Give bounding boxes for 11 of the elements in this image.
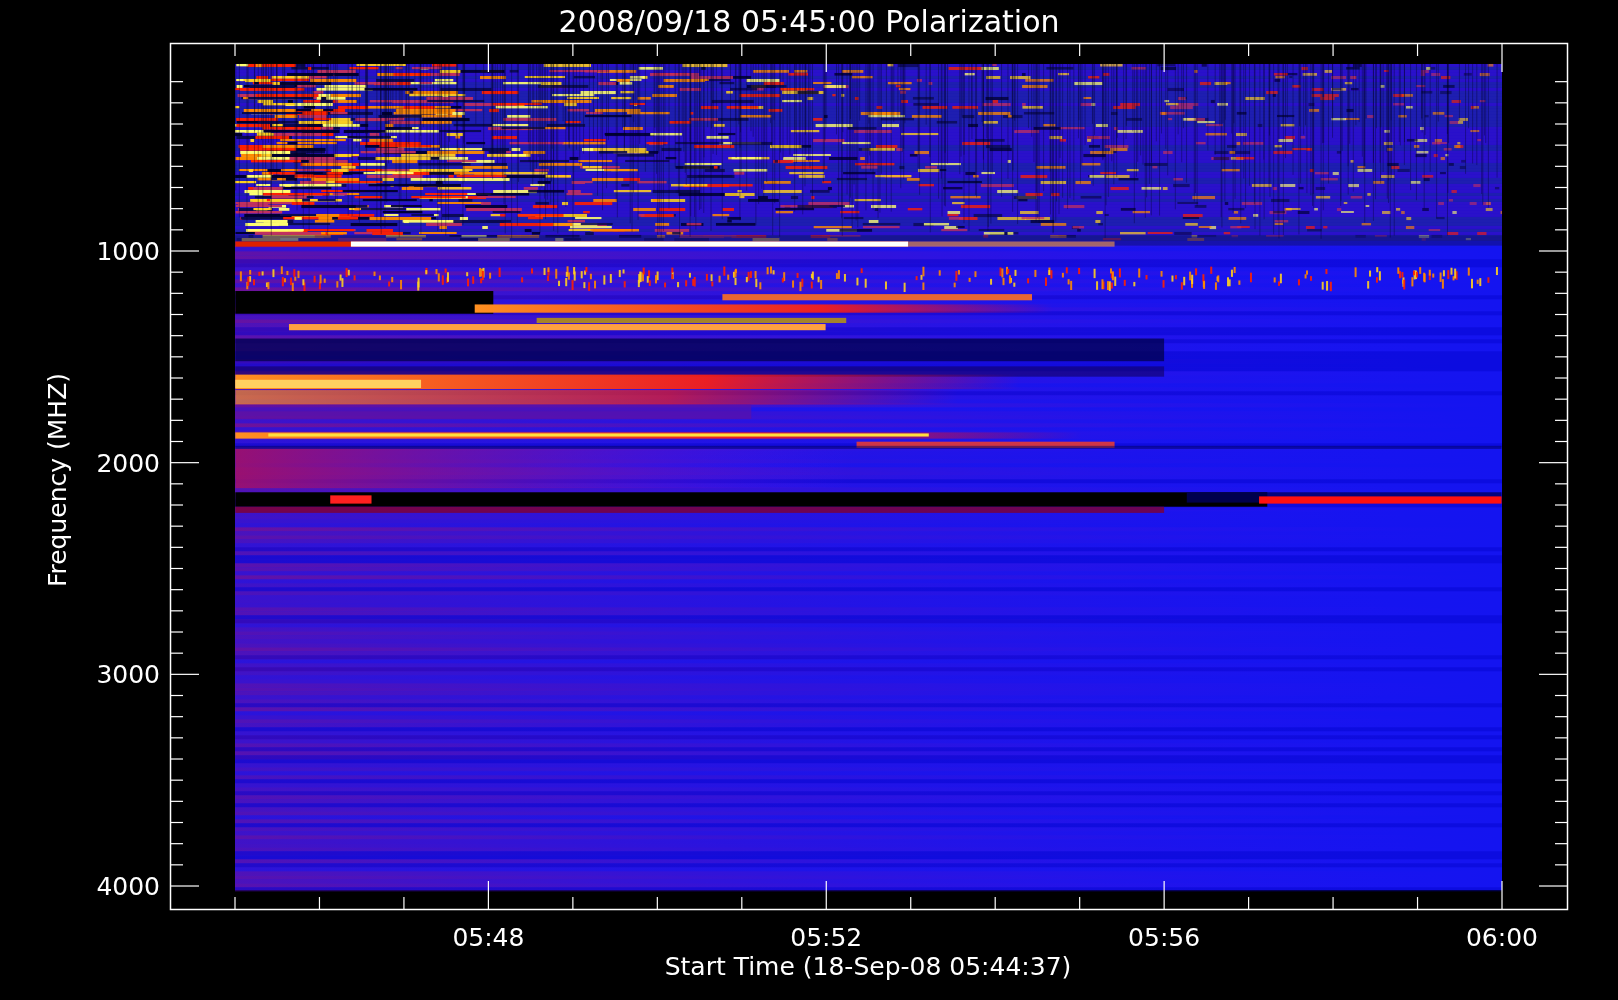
- tick-label: 4000: [96, 872, 160, 901]
- tick-label: 05:48: [452, 923, 525, 952]
- tick-label: 05:56: [1128, 923, 1201, 952]
- tick-label: 05:52: [790, 923, 863, 952]
- axis-label: Frequency (MHZ): [43, 372, 72, 588]
- chart-title: 2008/09/18 05:45:00 Polarization: [558, 4, 1060, 39]
- tick-label: 1000: [96, 237, 160, 266]
- axis-label: Start Time (18-Sep-08 05:44:37): [664, 952, 1072, 981]
- tick-label: 06:00: [1466, 923, 1538, 952]
- tick-label: 3000: [96, 660, 160, 690]
- tick-label: 2000: [96, 448, 160, 478]
